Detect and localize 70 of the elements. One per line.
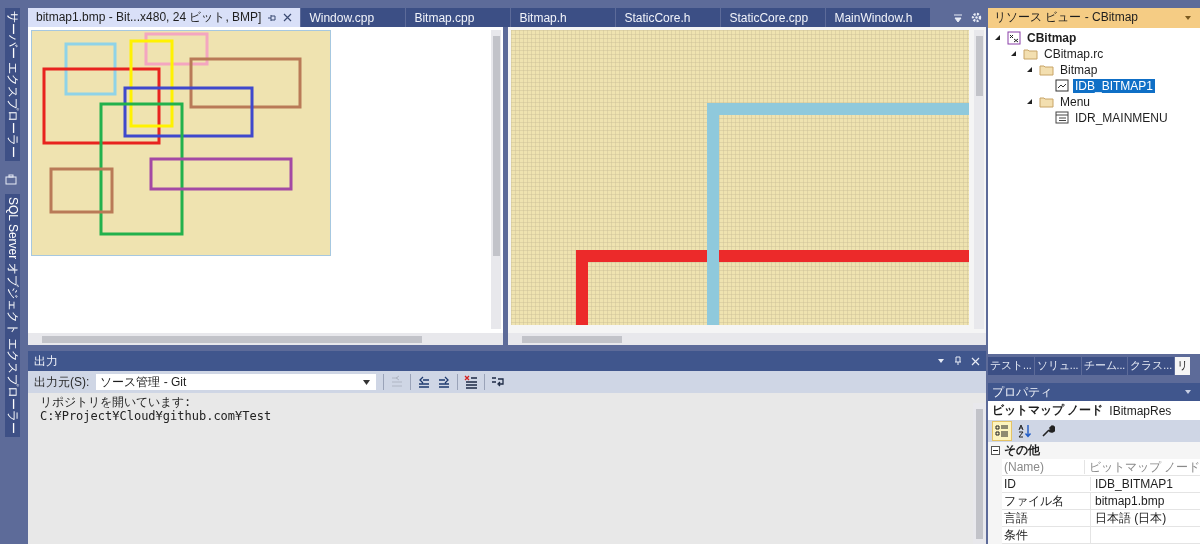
source-dropdown[interactable]: ソース管理 - Git	[95, 373, 378, 391]
pin-icon[interactable]	[953, 356, 963, 366]
editor-tab[interactable]: Window.cpp	[301, 8, 406, 27]
vertical-scrollbar[interactable]	[974, 30, 984, 329]
collapse-icon[interactable]	[991, 446, 1000, 455]
close-icon[interactable]	[283, 13, 293, 22]
menu-icon	[1055, 111, 1069, 125]
editor-tab[interactable]: bitmap1.bmp - Bit...x480, 24 ビット, BMP]	[28, 8, 301, 27]
folder-icon	[1039, 63, 1054, 76]
panel-title: 出力	[34, 352, 58, 370]
editor-tab[interactable]: MainWindow.h	[826, 8, 931, 27]
next-message-icon[interactable]	[437, 375, 452, 389]
dropdown-icon[interactable]	[1184, 388, 1192, 396]
editor-tab[interactable]: Bitmap.h	[511, 8, 616, 27]
panel-tab[interactable]: テスト...	[988, 357, 1034, 375]
expand-toggle-icon[interactable]	[1026, 66, 1033, 74]
categorized-button[interactable]	[992, 421, 1012, 441]
output-line: C:¥Project¥Cloud¥github.com¥Test	[40, 409, 272, 423]
horizontal-scrollbar[interactable]	[508, 333, 986, 345]
object-type: IBitmapRes	[1109, 403, 1172, 418]
expand-toggle-icon[interactable]	[1026, 98, 1033, 106]
tree-item[interactable]: CBitmap	[1025, 30, 1079, 45]
folder-icon	[1039, 95, 1054, 108]
property-name: ファイル名	[1002, 492, 1091, 510]
settings-icon[interactable]	[971, 12, 982, 23]
project-icon	[1007, 30, 1021, 45]
editor-tab[interactable]: Bitmap.cpp	[406, 8, 511, 27]
property-name: 条件	[1002, 526, 1091, 544]
property-name: (Name)	[1002, 460, 1085, 474]
tree-item[interactable]: IDR_MAINMENU	[1073, 110, 1170, 125]
object-name: ビットマップ ノード	[992, 402, 1104, 419]
pin-icon[interactable]	[267, 12, 278, 23]
property-value[interactable]: ビットマップ ノード	[1084, 458, 1200, 476]
caret-icon	[363, 379, 371, 385]
dropdown-icon[interactable]	[1184, 13, 1192, 22]
panel-title: プロパティ	[992, 383, 1052, 401]
tree-item[interactable]: Bitmap	[1058, 62, 1100, 77]
horizontal-scrollbar[interactable]	[28, 333, 503, 345]
dropdown-icon[interactable]	[953, 12, 963, 23]
image-icon	[1055, 79, 1069, 93]
category-label: その他	[1004, 442, 1040, 459]
clear-all-icon[interactable]	[464, 375, 479, 389]
tree-item[interactable]: IDB_BITMAP1	[1073, 78, 1156, 93]
side-tab[interactable]: サーバー エクスプローラー	[5, 8, 20, 162]
source-label: 出力元(S):	[34, 373, 90, 391]
property-value[interactable]: IDB_BITMAP1	[1091, 477, 1174, 491]
folder-icon	[1023, 47, 1038, 60]
editor-tab[interactable]: StaticCore.cpp	[721, 8, 826, 27]
tree-item[interactable]: Menu	[1058, 94, 1093, 109]
property-value[interactable]: bitmap1.bmp	[1091, 494, 1165, 508]
panel-tab[interactable]: ソリュ...	[1034, 357, 1081, 375]
panel-tab[interactable]: クラス...	[1128, 357, 1175, 375]
dropdown-icon[interactable]	[937, 357, 945, 365]
expand-toggle-icon[interactable]	[994, 34, 1001, 42]
toolbox-icon[interactable]	[5, 174, 17, 186]
panel-title: リソース ビュー - CBitmap	[994, 9, 1138, 27]
vertical-scrollbar[interactable]	[491, 30, 501, 329]
previous-message-icon[interactable]	[417, 375, 432, 389]
panel-tab[interactable]: チーム...	[1081, 357, 1128, 375]
side-tab[interactable]: SQL Server オブジェクト エクスプローラー	[5, 194, 20, 437]
property-name: 言語	[1002, 509, 1091, 527]
word-wrap-icon[interactable]	[491, 375, 506, 389]
vertical-scrollbar[interactable]	[973, 403, 986, 544]
property-value[interactable]: 日本語 (日本)	[1091, 509, 1167, 527]
output-line: リポジトリを開いています:	[40, 395, 193, 409]
editor-tab[interactable]: StaticCore.h	[616, 8, 721, 27]
panel-tab[interactable]: リ	[1175, 357, 1191, 375]
expand-toggle-icon[interactable]	[1010, 50, 1017, 58]
property-name: ID	[1002, 477, 1091, 491]
tree-item[interactable]: CBitmap.rc	[1042, 46, 1106, 61]
